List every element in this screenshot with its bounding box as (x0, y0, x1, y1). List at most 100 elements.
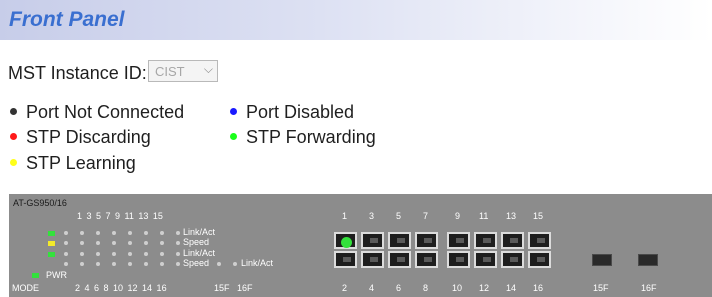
led-indicator (112, 241, 116, 245)
led-indicator (48, 252, 55, 257)
port-16[interactable] (528, 251, 551, 268)
led-top-port-numbers: 1 3 5 7 9 11 13 15 (77, 211, 163, 221)
port-2[interactable] (334, 251, 357, 268)
sfp-port-16f[interactable] (638, 254, 658, 266)
led-indicator (112, 252, 116, 256)
port-socket (424, 257, 432, 262)
port-socket (483, 257, 491, 262)
port-status-led (341, 237, 352, 248)
led-sfp-label-15f: 15F (214, 283, 230, 293)
port-socket (456, 238, 464, 243)
sfp-label-16f: 16F (641, 283, 657, 293)
led-indicator (96, 241, 100, 245)
port-label-9: 9 (455, 211, 461, 221)
port-6[interactable] (388, 251, 411, 268)
pwr-led (32, 273, 39, 278)
port-label-7: 7 (423, 211, 429, 221)
led-indicator (96, 231, 100, 235)
led-indicator (80, 231, 84, 235)
led-indicator (233, 262, 237, 266)
port-13[interactable] (501, 232, 524, 249)
led-indicator (160, 231, 164, 235)
port-socket (424, 238, 432, 243)
port-1[interactable] (334, 232, 357, 249)
led-indicator (160, 252, 164, 256)
led-indicator (64, 231, 68, 235)
sfp-label-15f: 15F (593, 283, 609, 293)
led-indicator (112, 262, 116, 266)
port-4[interactable] (361, 251, 384, 268)
led-indicator (48, 231, 55, 236)
sfp-port-15f[interactable] (592, 254, 612, 266)
legend-stp-forwarding: STP Forwarding (230, 127, 376, 148)
status-dot-icon (10, 159, 17, 166)
led-sfp-label-16f: 16F (237, 283, 253, 293)
port-socket (537, 238, 545, 243)
port-label-14: 14 (506, 283, 517, 293)
port-socket (510, 257, 518, 262)
led-indicator (160, 241, 164, 245)
status-dot-icon (10, 133, 17, 140)
legend-stp-learning: STP Learning (10, 153, 136, 174)
led-indicator (217, 262, 221, 266)
port-5[interactable] (388, 232, 411, 249)
port-9[interactable] (447, 232, 470, 249)
port-label-11: 11 (479, 211, 489, 221)
port-socket (370, 238, 378, 243)
led-label-link-act: Link/Act (183, 248, 216, 258)
led-label-link-act: Link/Act (241, 258, 274, 268)
led-label-link-act: Link/Act (183, 227, 216, 237)
port-socket (456, 257, 464, 262)
led-indicator (64, 241, 68, 245)
port-8[interactable] (415, 251, 438, 268)
led-indicator (80, 252, 84, 256)
port-socket (537, 257, 545, 262)
page-title: Front Panel (9, 8, 125, 31)
status-dot-icon (230, 133, 237, 140)
port-socket (343, 257, 351, 262)
led-indicator (64, 262, 68, 266)
led-indicator (160, 262, 164, 266)
port-15[interactable] (528, 232, 551, 249)
port-label-8: 8 (423, 283, 429, 293)
port-10[interactable] (447, 251, 470, 268)
port-7[interactable] (415, 232, 438, 249)
status-dot-icon (10, 108, 17, 115)
port-socket (397, 238, 405, 243)
port-label-1: 1 (342, 211, 348, 221)
led-indicator (144, 252, 148, 256)
port-11[interactable] (474, 232, 497, 249)
port-12[interactable] (474, 251, 497, 268)
status-dot-icon (230, 108, 237, 115)
led-indicator (144, 262, 148, 266)
panel-model-label: AT-GS950/16 (13, 198, 67, 208)
led-label-speed: Speed (183, 258, 210, 268)
led-indicator (112, 231, 116, 235)
port-label-15: 15 (533, 211, 544, 221)
port-14[interactable] (501, 251, 524, 268)
switch-front-panel: AT-GS950/16 1 3 5 7 9 11 13 15 2 4 6 8 1… (9, 194, 712, 297)
mode-button[interactable]: MODE (12, 283, 39, 293)
led-indicator (96, 252, 100, 256)
pwr-label: PWR (46, 270, 67, 280)
port-label-6: 6 (396, 283, 402, 293)
port-label-16: 16 (533, 283, 544, 293)
led-indicator (176, 252, 180, 256)
port-socket (397, 257, 405, 262)
led-indicator (64, 252, 68, 256)
legend-port-disabled: Port Disabled (230, 102, 354, 123)
port-label-5: 5 (396, 211, 402, 221)
led-bottom-port-numbers: 2 4 6 8 10 12 14 16 (75, 283, 167, 293)
led-indicator (80, 262, 84, 266)
led-indicator (144, 241, 148, 245)
mst-instance-select[interactable]: CIST ⌵ (148, 60, 218, 82)
port-3[interactable] (361, 232, 384, 249)
port-socket (483, 238, 491, 243)
led-indicator (128, 241, 132, 245)
led-indicator (176, 231, 180, 235)
port-socket (370, 257, 378, 262)
port-label-13: 13 (506, 211, 517, 221)
led-indicator (176, 262, 180, 266)
port-label-10: 10 (452, 283, 463, 293)
port-label-2: 2 (342, 283, 348, 293)
